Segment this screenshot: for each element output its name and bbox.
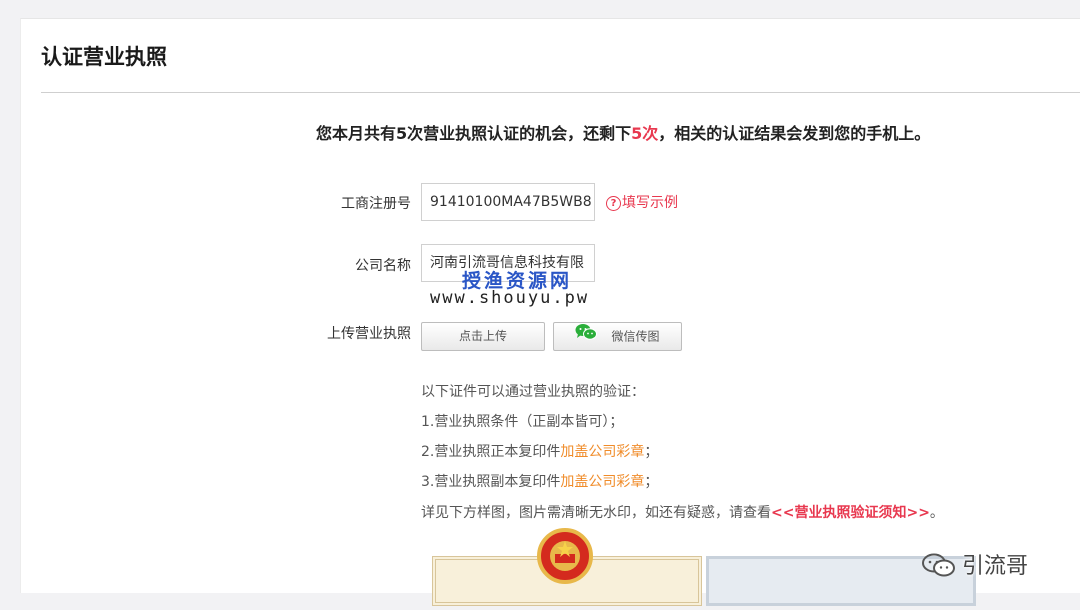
company-name-label: 公司名称 [355,258,411,274]
info-line-1: 以下证件可以通过营业执照的验证： [421,384,645,400]
national-emblem-icon [537,527,593,589]
info-line-3-text: 2.营业执照正本复印件 [421,444,561,460]
info-line-3-end: ； [644,444,659,460]
notice-prefix: 您本月共有5次营业执照认证的机会，还剩下 [316,124,632,143]
brand-name: 引流哥 [962,554,1029,579]
info-line-5: 详见下方样图，图片需清晰无水印，如还有疑惑，请查看<<营业执照验证须知>>。 [421,502,944,522]
upload-license-label: 上传营业执照 [327,326,411,342]
reg-no-input[interactable]: 91410100MA47B5WB8 [421,183,595,221]
wechat-icon [575,323,598,351]
attempts-notice: 您本月共有5次营业执照认证的机会，还剩下5次，相关的认证结果会发到您的手机上。 [316,120,930,144]
info-line-3: 2.营业执照正本复印件加盖公司彩章； [421,441,658,461]
info-line-4-highlight: 加盖公司彩章 [560,474,645,490]
fill-example-label: 填写示例 [622,195,678,211]
upload-button[interactable]: 点击上传 [421,322,545,351]
fill-example-link[interactable]: ? 填写示例 [606,192,678,212]
info-line-4-text: 3.营业执照副本复印件 [421,474,561,490]
notice-suffix: ，相关的认证结果会发到您的手机上。 [658,124,931,143]
wechat-upload-button[interactable]: 微信传图 [553,322,682,351]
wechat-upload-label: 微信传图 [611,329,660,344]
info-line-4: 3.营业执照副本复印件加盖公司彩章； [421,471,658,491]
info-line-3-highlight: 加盖公司彩章 [560,444,645,460]
brand-watermark: 引流哥 [922,548,1028,585]
page-title: 认证营业执照 [41,45,167,69]
info-line-5-end: 。 [929,505,944,521]
reg-no-label: 工商注册号 [341,196,411,212]
info-line-2: 1.营业执照条件（正副本皆可）； [421,414,624,430]
info-line-5-text: 详见下方样图，图片需清晰无水印，如还有疑惑，请查看 [421,505,771,521]
verification-notice-link[interactable]: <<营业执照验证须知>> [771,505,930,521]
question-circle-icon: ? [606,196,621,211]
watermark-site-url: www.shouyu.pw [430,288,590,308]
info-line-4-end: ； [644,474,659,490]
wechat-official-account-icon [922,553,956,585]
title-divider [41,92,1080,93]
remaining-attempts: 5次 [631,124,659,143]
